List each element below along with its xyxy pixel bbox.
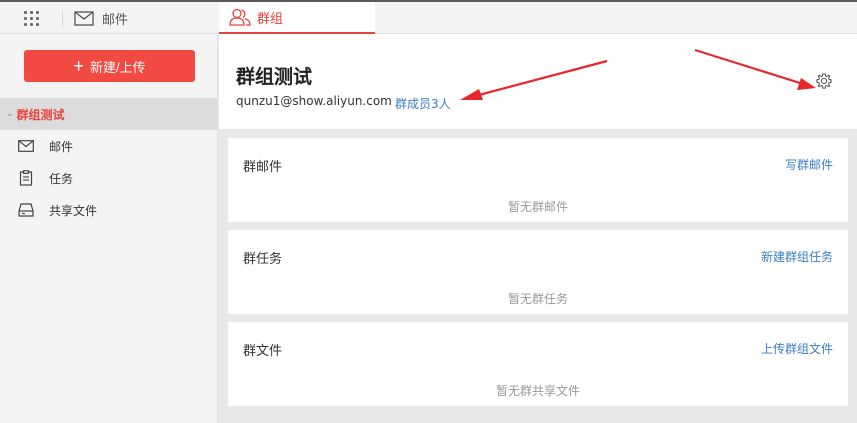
new-group-task-link[interactable]: 新建群组任务 bbox=[761, 248, 833, 265]
sidebar-item-mail[interactable]: 邮件 bbox=[0, 130, 217, 162]
compose-group-mail-link[interactable]: 写群邮件 bbox=[785, 156, 833, 173]
gear-icon[interactable] bbox=[815, 72, 833, 90]
new-upload-button[interactable]: + 新建/上传 bbox=[24, 50, 195, 82]
main-content: 群组测试 qunzu1@show.aliyun.com 群成员3人 群邮件 写群… bbox=[219, 34, 857, 423]
mail-icon bbox=[18, 140, 34, 152]
chevron-down-icon: ⌄ bbox=[6, 109, 14, 119]
sidebar: + 新建/上传 ⌄ 群组测试 邮件 任务 共享文件 bbox=[0, 34, 218, 423]
sidebar-item-tasks[interactable]: 任务 bbox=[0, 162, 217, 194]
drive-icon bbox=[18, 203, 34, 217]
sidebar-item-shared-files[interactable]: 共享文件 bbox=[0, 194, 217, 226]
empty-state: 暂无群任务 bbox=[507, 292, 568, 306]
apps-grid-icon[interactable] bbox=[24, 11, 40, 27]
card-title: 群任务 bbox=[243, 252, 283, 267]
top-bar: 邮件 群组 bbox=[0, 0, 857, 34]
users-icon bbox=[229, 8, 251, 26]
empty-state: 暂无群邮件 bbox=[507, 200, 568, 214]
group-files-card: 群文件 上传群组文件 暂无群共享文件 bbox=[228, 322, 848, 406]
new-upload-label: 新建/上传 bbox=[89, 59, 146, 75]
card-title: 群邮件 bbox=[243, 160, 283, 175]
page-title: 群组测试 bbox=[236, 66, 313, 88]
group-tasks-card: 群任务 新建群组任务 暂无群任务 bbox=[228, 230, 848, 314]
tab-group[interactable]: 群组 bbox=[219, 2, 375, 34]
card-title: 群文件 bbox=[243, 344, 283, 359]
upload-group-file-link[interactable]: 上传群组文件 bbox=[761, 340, 833, 357]
plus-icon: + bbox=[73, 56, 84, 76]
sidebar-group-name: 群组测试 bbox=[16, 107, 65, 122]
tab-mail[interactable]: 邮件 bbox=[74, 2, 128, 34]
top-divider bbox=[62, 10, 63, 28]
tab-mail-label: 邮件 bbox=[102, 12, 129, 28]
sidebar-item-label: 邮件 bbox=[49, 139, 74, 154]
tab-group-label: 群组 bbox=[257, 11, 284, 27]
group-mail-card: 群邮件 写群邮件 暂无群邮件 bbox=[228, 138, 848, 222]
members-link[interactable]: 群成员3人 bbox=[395, 95, 451, 112]
mail-icon bbox=[74, 10, 94, 26]
clipboard-icon bbox=[19, 170, 33, 186]
sidebar-group-header[interactable]: ⌄ 群组测试 bbox=[0, 98, 217, 130]
group-header: 群组测试 qunzu1@show.aliyun.com 群成员3人 bbox=[219, 34, 857, 129]
empty-state: 暂无群共享文件 bbox=[495, 384, 580, 398]
group-email: qunzu1@show.aliyun.com bbox=[236, 94, 392, 108]
sidebar-item-label: 任务 bbox=[49, 171, 74, 186]
sidebar-item-label: 共享文件 bbox=[49, 203, 98, 218]
